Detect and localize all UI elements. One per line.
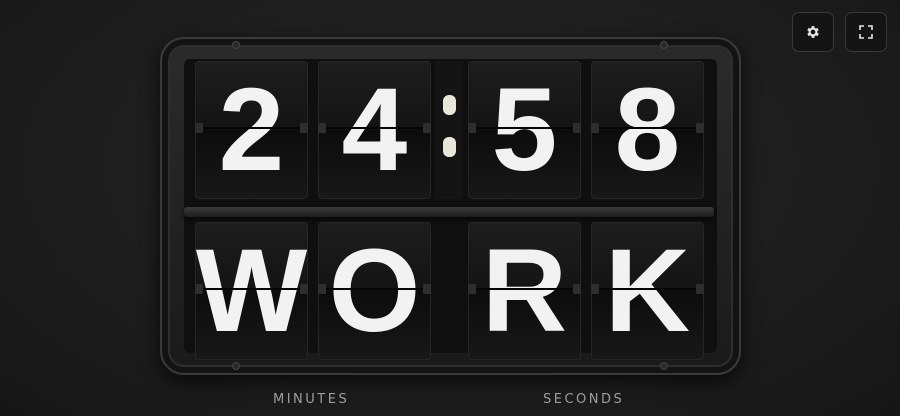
seconds-ones-tile: 8 (591, 61, 704, 199)
screw (232, 362, 240, 370)
seconds-tens-digit: 5 (491, 64, 558, 196)
fullscreen-icon (859, 25, 873, 39)
mode-letter-4: K (604, 225, 691, 357)
settings-button[interactable] (792, 12, 834, 52)
colon-dot-top (443, 95, 456, 115)
mode-letter-tile: R (468, 222, 581, 360)
mode-letter-2: O (328, 225, 421, 357)
fullscreen-button[interactable] (845, 12, 887, 52)
minutes-label: MINUTES (273, 392, 350, 407)
screw (232, 41, 240, 49)
seconds-label: SECONDS (543, 392, 625, 407)
mode-letter-tile: K (591, 222, 704, 360)
minutes-tens-tile: 2 (195, 61, 308, 199)
flip-clock-page: 2 4 5 8 W O R K MINUTES SECONDS (0, 0, 900, 416)
minutes-ones-digit: 4 (341, 64, 408, 196)
colon-dot-bottom (443, 137, 456, 157)
mode-letter-3: R (481, 225, 568, 357)
mode-letter-tile: W (195, 222, 308, 360)
minutes-tens-digit: 2 (218, 64, 285, 196)
board-divider-rail (184, 207, 714, 217)
minutes-ones-tile: 4 (318, 61, 431, 199)
screw (660, 41, 668, 49)
mode-letter-tile: O (318, 222, 431, 360)
seconds-tens-tile: 5 (468, 61, 581, 199)
mode-letter-1: W (195, 225, 308, 357)
screw (660, 362, 668, 370)
seconds-ones-digit: 8 (614, 64, 681, 196)
gear-icon (807, 26, 819, 38)
colon-separator (435, 61, 463, 199)
